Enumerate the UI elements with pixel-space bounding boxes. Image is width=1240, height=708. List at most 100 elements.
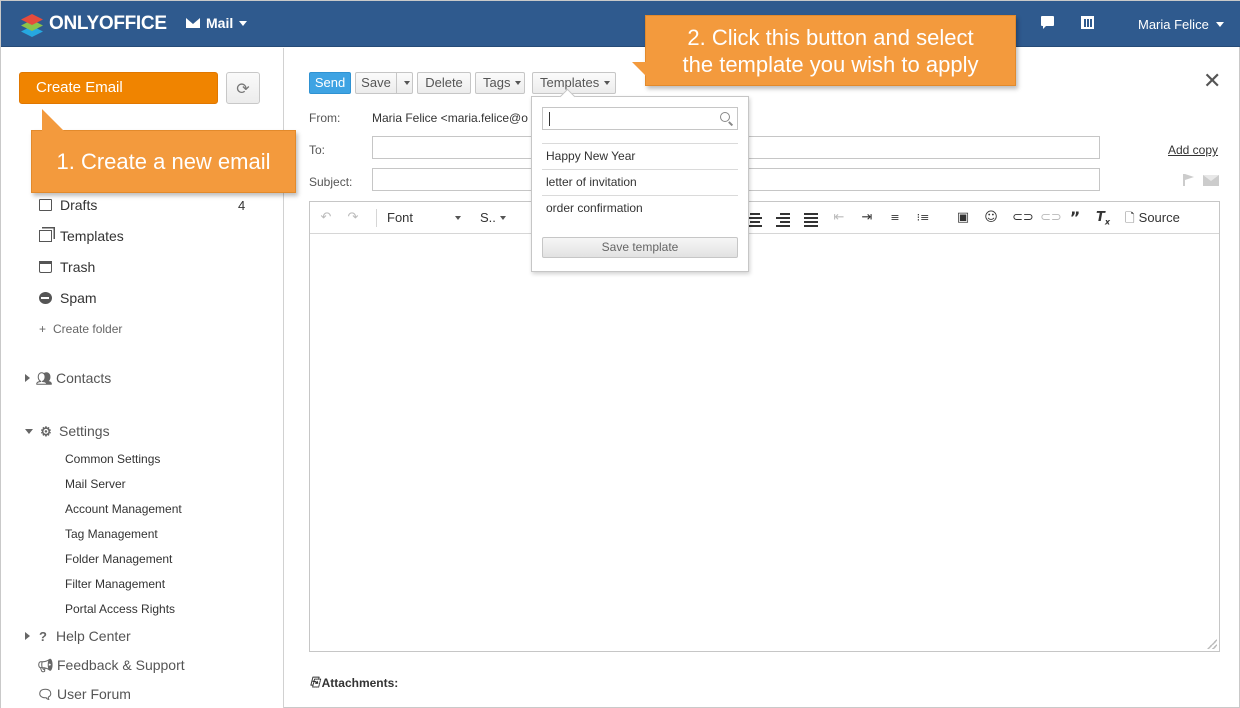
source-button[interactable]: 🗋︎ Source — [1125, 210, 1180, 226]
add-copy-link[interactable]: Add copy — [1168, 143, 1218, 157]
chevron-down-icon — [604, 81, 611, 85]
template-item-letter-of-invitation[interactable]: letter of invitation — [542, 169, 738, 195]
chevron-down-icon — [455, 216, 461, 220]
message-editor[interactable]: ↶ ↷ Font S.. ⇤ ⇥ ≡ ⁝≡ ▣ ☺ ⊂⊃ ⊂⊃ ” Tx 🗋︎ … — [309, 201, 1220, 652]
expand-arrow-icon — [25, 374, 30, 382]
folder-label: Spam — [60, 290, 97, 306]
templates-button[interactable]: Templates — [532, 72, 616, 94]
settings-portal-access-rights[interactable]: Portal Access Rights — [65, 602, 175, 616]
sidebar-item-feedback[interactable]: 📢︎ Feedback & Support — [37, 657, 185, 673]
sidebar-section-contacts[interactable]: 👥︎ Contacts — [25, 370, 111, 386]
bulleted-list-icon[interactable]: ⁝≡ — [916, 211, 930, 225]
folder-label: Templates — [60, 228, 124, 244]
settings-common[interactable]: Common Settings — [65, 452, 160, 466]
font-size-select[interactable]: S.. — [480, 210, 506, 226]
create-folder-label: Create folder — [53, 322, 123, 336]
font-label: Font — [387, 210, 414, 225]
resize-handle[interactable] — [1207, 639, 1217, 649]
source-label: Source — [1138, 210, 1180, 225]
trash-icon — [39, 261, 52, 273]
save-label: Save — [356, 73, 397, 93]
blockquote-icon[interactable]: ” — [1068, 210, 1082, 226]
undo-icon[interactable]: ↶ — [319, 211, 333, 225]
to-label: To: — [309, 143, 326, 157]
delete-button[interactable]: Delete — [417, 72, 471, 94]
templates-dropdown: Happy New Year letter of invitation orde… — [531, 96, 749, 272]
text-cursor — [549, 112, 550, 126]
chevron-down-icon — [499, 216, 506, 220]
template-search-input[interactable] — [542, 107, 738, 130]
envelope-icon[interactable] — [1203, 175, 1219, 186]
send-button[interactable]: Send — [309, 72, 351, 94]
callout-step-2: 2. Click this button and select the temp… — [632, 15, 1016, 86]
sidebar-section-settings[interactable]: ⚙ Settings — [25, 423, 110, 439]
tags-button[interactable]: Tags — [475, 72, 525, 94]
settings-tag-management[interactable]: Tag Management — [65, 527, 158, 541]
sidebar-item-templates[interactable]: Templates — [39, 228, 124, 244]
search-icon[interactable] — [720, 112, 730, 122]
align-center-icon[interactable] — [748, 211, 762, 227]
question-icon: ? — [39, 628, 47, 644]
settings-filter-management[interactable]: Filter Management — [65, 577, 165, 591]
chat-icon[interactable] — [1041, 16, 1057, 30]
onlyoffice-logo[interactable]: ONLYOFFICE — [19, 12, 167, 37]
subject-label: Subject: — [309, 175, 353, 189]
align-justify-icon[interactable] — [804, 211, 818, 227]
sidebar-item-drafts[interactable]: Drafts — [39, 197, 97, 213]
drafts-icon — [39, 199, 52, 211]
save-template-button[interactable]: Save template — [542, 237, 738, 258]
attachments-label: Attachments: — [321, 675, 399, 690]
chevron-down-icon — [1215, 22, 1224, 27]
help-center-label: Help Center — [56, 628, 131, 644]
callout-step-2-line-1: 2. Click this button and select — [687, 25, 974, 50]
align-right-icon[interactable] — [776, 211, 790, 227]
module-switcher[interactable]: Mail — [186, 15, 248, 31]
gear-icon: ⚙ — [40, 423, 52, 439]
callout-step-1: 1. Create a new email — [31, 109, 296, 193]
plus-icon: + — [39, 322, 47, 336]
remove-format-icon[interactable]: Tx — [1096, 211, 1110, 227]
settings-folder-management[interactable]: Folder Management — [65, 552, 172, 566]
user-menu[interactable]: Maria Felice — [1138, 17, 1224, 32]
from-value[interactable]: Maria Felice <maria.felice@o — [372, 111, 528, 125]
sidebar-item-trash[interactable]: Trash — [39, 259, 95, 275]
create-email-button[interactable]: Create Email — [19, 72, 218, 104]
sidebar-section-help-center[interactable]: ? Help Center — [25, 628, 131, 644]
calendar-icon[interactable] — [1081, 16, 1097, 30]
contacts-icon: 👥︎ — [36, 370, 53, 386]
numbered-list-icon[interactable]: ≡ — [888, 211, 902, 225]
module-label: Mail — [206, 15, 234, 31]
create-folder-link[interactable]: + Create folder — [39, 322, 122, 336]
font-select[interactable]: Font — [387, 210, 461, 226]
sidebar-item-user-forum[interactable]: 🗨︎ User Forum — [37, 686, 131, 702]
outdent-icon[interactable]: ⇤ — [832, 211, 846, 225]
contacts-label: Contacts — [56, 370, 112, 386]
chevron-down-icon — [515, 81, 522, 85]
settings-label: Settings — [59, 423, 110, 439]
attachments-section[interactable]: ⎘ Attachments: — [310, 675, 398, 690]
image-icon[interactable]: ▣ — [956, 211, 970, 225]
envelope-icon — [186, 18, 200, 28]
settings-mail-server[interactable]: Mail Server — [65, 477, 126, 491]
spam-icon — [39, 292, 52, 304]
flag-icon[interactable] — [1183, 174, 1195, 186]
link-icon[interactable]: ⊂⊃ — [1012, 211, 1034, 225]
save-button[interactable]: Save — [355, 72, 413, 94]
template-item-happy-new-year[interactable]: Happy New Year — [542, 143, 738, 169]
expand-arrow-icon — [25, 632, 30, 640]
template-item-order-confirmation[interactable]: order confirmation — [542, 195, 738, 221]
refresh-button[interactable]: ⟳ — [226, 72, 260, 104]
refresh-icon: ⟳ — [236, 78, 250, 98]
collapse-arrow-icon — [25, 428, 33, 434]
feedback-label: Feedback & Support — [57, 657, 185, 673]
close-icon[interactable]: ✕ — [1203, 71, 1221, 93]
indent-icon[interactable]: ⇥ — [860, 211, 874, 225]
unlink-icon[interactable]: ⊂⊃ — [1040, 211, 1062, 225]
smiley-icon[interactable]: ☺ — [984, 211, 998, 225]
user-forum-label: User Forum — [57, 686, 131, 702]
settings-account-management[interactable]: Account Management — [65, 502, 182, 516]
sidebar-item-spam[interactable]: Spam — [39, 290, 97, 306]
save-dropdown-toggle[interactable] — [402, 81, 412, 85]
font-size-label: S.. — [480, 210, 496, 225]
redo-icon[interactable]: ↷ — [346, 211, 360, 225]
